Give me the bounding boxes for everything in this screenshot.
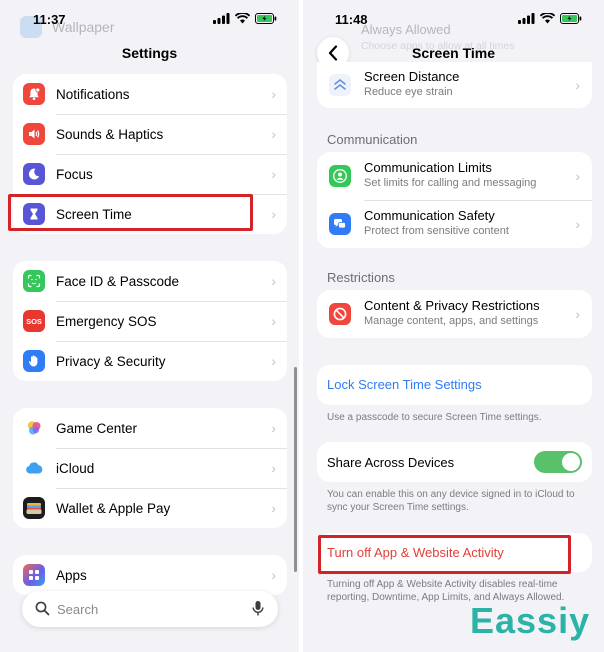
chevron-right-icon: › — [575, 168, 580, 184]
chevron-right-icon: › — [271, 126, 276, 142]
communication-safety-row[interactable]: Communication Safety Protect from sensit… — [317, 200, 592, 248]
settings-item-label: Apps — [56, 567, 87, 583]
section-header-restrictions: Restrictions — [327, 270, 395, 285]
chevron-right-icon: › — [575, 216, 580, 232]
search-bar[interactable]: Search — [22, 591, 278, 627]
watermark-logo: Eassiy — [470, 600, 591, 641]
search-icon — [35, 601, 50, 621]
chevron-right-icon: › — [271, 567, 276, 583]
microphone-icon[interactable] — [252, 600, 264, 622]
screen-distance-subtitle: Reduce eye strain — [364, 86, 453, 98]
battery-icon — [255, 13, 277, 24]
content-privacy-title: Content & Privacy Restrictions — [364, 298, 540, 313]
settings-group-3: Game Center › iCloud › Wallet & Apple Pa… — [13, 408, 287, 528]
status-icons — [518, 13, 582, 24]
content-privacy-row[interactable]: Content & Privacy Restrictions Manage co… — [317, 290, 592, 338]
settings-group-2: Face ID & Passcode › SOS Emergency SOS ›… — [13, 261, 287, 381]
bell-icon — [23, 83, 45, 105]
chevron-right-icon: › — [271, 500, 276, 516]
communication-limits-row[interactable]: Communication Limits Set limits for call… — [317, 152, 592, 200]
lock-settings-group: Lock Screen Time Settings — [317, 365, 592, 405]
face-id-icon — [23, 270, 45, 292]
settings-item-face-id[interactable]: Face ID & Passcode › — [13, 261, 287, 301]
wallet-icon — [23, 497, 45, 519]
chevron-right-icon: › — [271, 86, 276, 102]
chevron-right-icon: › — [271, 460, 276, 476]
communication-safety-title: Communication Safety — [364, 208, 495, 223]
prohibited-icon — [329, 303, 351, 325]
settings-item-label: Notifications — [56, 86, 130, 102]
page-title: Screen Time — [411, 45, 495, 61]
settings-item-label: Sounds & Haptics — [56, 126, 164, 142]
chevron-right-icon: › — [271, 273, 276, 289]
communication-group: Communication Limits Set limits for call… — [317, 152, 592, 248]
settings-item-game-center[interactable]: Game Center › — [13, 408, 287, 448]
settings-item-label: Privacy & Security — [56, 353, 166, 369]
sos-icon: SOS — [23, 310, 45, 332]
scrollbar[interactable] — [294, 367, 297, 572]
content-privacy-subtitle: Manage content, apps, and settings — [364, 315, 539, 327]
chevron-right-icon: › — [575, 77, 580, 93]
apps-grid-icon — [23, 564, 45, 586]
settings-item-wallet[interactable]: Wallet & Apple Pay › — [13, 488, 287, 528]
moon-icon — [23, 163, 45, 185]
chevron-right-icon: › — [271, 420, 276, 436]
speaker-icon — [23, 123, 45, 145]
turnoff-highlight — [318, 535, 571, 574]
settings-item-privacy-security[interactable]: Privacy & Security › — [13, 341, 287, 381]
signal-icon — [518, 13, 535, 24]
search-placeholder: Search — [57, 601, 99, 617]
page-title: Settings — [121, 45, 178, 61]
icloud-icon — [23, 457, 45, 479]
screen-distance-title: Screen Distance — [364, 69, 460, 84]
status-time: 11:48 — [335, 12, 368, 27]
settings-item-label: Face ID & Passcode — [56, 273, 180, 289]
share-across-devices-label: Share Across Devices — [327, 455, 455, 470]
status-time: 11:37 — [33, 12, 66, 27]
restrictions-group: Content & Privacy Restrictions Manage co… — [317, 290, 592, 338]
screen-time-highlight — [8, 194, 253, 231]
person-circle-icon — [329, 165, 351, 187]
settings-item-sounds-haptics[interactable]: Sounds & Haptics › — [13, 114, 287, 154]
battery-icon — [560, 13, 582, 24]
section-header-communication: Communication — [327, 132, 418, 147]
status-bar: 11:37 — [0, 12, 299, 30]
screen-distance-group: Screen Distance Reduce eye strain › — [317, 62, 592, 108]
chat-bubbles-icon — [329, 213, 351, 235]
settings-item-label: Focus — [56, 166, 93, 182]
chevron-right-icon: › — [575, 306, 580, 322]
settings-item-label: iCloud — [56, 460, 95, 476]
settings-item-emergency-sos[interactable]: SOS Emergency SOS › — [13, 301, 287, 341]
lock-note: Use a passcode to secure Screen Time set… — [327, 412, 542, 423]
settings-item-label: Emergency SOS — [56, 313, 157, 329]
settings-panel: Wallpaper 11:37 Settings Notifications ›… — [0, 0, 299, 652]
lock-screen-time-settings-link[interactable]: Lock Screen Time Settings — [327, 377, 482, 392]
screen-distance-icon — [329, 74, 351, 96]
wifi-icon — [235, 13, 250, 24]
status-bar: 11:48 — [303, 12, 604, 30]
settings-item-focus[interactable]: Focus › — [13, 154, 287, 194]
signal-icon — [213, 13, 230, 24]
settings-group-4: Apps › — [13, 555, 287, 595]
communication-limits-title: Communication Limits — [364, 160, 492, 175]
settings-item-icloud[interactable]: iCloud › — [13, 448, 287, 488]
chevron-right-icon: › — [271, 166, 276, 182]
share-note: You can enable this on any device signed… — [327, 489, 575, 513]
status-icons — [213, 13, 277, 24]
game-center-icon — [23, 417, 45, 439]
settings-item-label: Wallet & Apple Pay — [56, 500, 171, 516]
chevron-right-icon: › — [271, 313, 276, 329]
settings-item-apps[interactable]: Apps › — [13, 555, 287, 595]
hand-icon — [23, 350, 45, 372]
settings-item-notifications[interactable]: Notifications › — [13, 74, 287, 114]
settings-item-label: Game Center — [56, 420, 138, 436]
wifi-icon — [540, 13, 555, 24]
chevron-right-icon: › — [271, 353, 276, 369]
share-across-devices-toggle[interactable] — [534, 451, 582, 473]
communication-safety-subtitle: Protect from sensitive content — [364, 225, 509, 237]
chevron-right-icon: › — [271, 206, 276, 222]
screen-distance-row[interactable]: Screen Distance Reduce eye strain › — [317, 62, 592, 108]
communication-limits-subtitle: Set limits for calling and messaging — [364, 177, 537, 189]
share-group: Share Across Devices — [317, 442, 592, 482]
